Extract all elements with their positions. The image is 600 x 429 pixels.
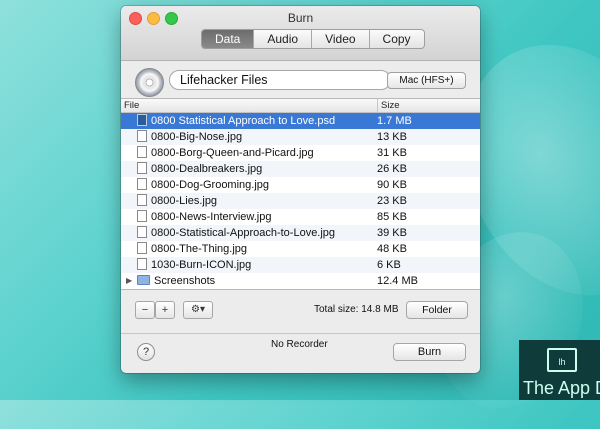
file-size: 13 KB (377, 131, 407, 143)
help-button[interactable]: ? (137, 343, 155, 361)
tab-video[interactable]: Video (312, 30, 370, 48)
file-name: 0800-Lies.jpg (151, 195, 218, 207)
file-size: 39 KB (377, 227, 407, 239)
mode-tabs: Data Audio Video Copy (201, 29, 425, 49)
file-name: 0800-Big-Nose.jpg (151, 131, 243, 143)
gear-menu-button[interactable]: ⚙▾ (183, 301, 213, 319)
file-size: 12.4 MB (377, 275, 418, 287)
disclosure-triangle-icon[interactable]: ▶ (126, 273, 132, 289)
file-name-cell: 0800 Statistical Approach to Love.psd (121, 113, 374, 129)
file-row[interactable]: 0800-Big-Nose.jpg 13 KB (121, 129, 480, 145)
file-row[interactable]: 0800-Lies.jpg 23 KB (121, 193, 480, 209)
file-name-cell: 0800-News-Interview.jpg (121, 209, 374, 225)
list-toolbar: − + ⚙▾ Total size: 14.8 MB Folder (121, 289, 480, 333)
titlebar: Burn Data Audio Video Copy (121, 6, 480, 61)
file-name: 0800-Statistical-Approach-to-Love.jpg (151, 227, 336, 239)
file-row[interactable]: 0800-Statistical-Approach-to-Love.jpg 39 … (121, 225, 480, 241)
remove-button[interactable]: − (135, 301, 155, 319)
file-name-cell: 0800-Statistical-Approach-to-Love.jpg (121, 225, 374, 241)
burn-button[interactable]: Burn (393, 343, 466, 361)
window-title: Burn (287, 11, 314, 25)
image-file-icon (137, 210, 147, 222)
file-name-cell: 0800-Borg-Queen-and-Picard.jpg (121, 145, 374, 161)
file-name-cell: 0800-The-Thing.jpg (121, 241, 374, 257)
file-row[interactable]: 1030-Burn-ICON.jpg 6 KB (121, 257, 480, 273)
file-name: 0800 Statistical Approach to Love.psd (151, 115, 336, 127)
image-file-icon (137, 130, 147, 142)
image-file-icon (137, 162, 147, 174)
file-list-header: File Size (121, 99, 480, 113)
folder-button[interactable]: Folder (406, 301, 468, 319)
file-size: 48 KB (377, 243, 407, 255)
file-row[interactable]: 0800 Statistical Approach to Love.psd 1.7… (121, 113, 480, 129)
file-name-cell: ▶ Screenshots (121, 273, 374, 289)
file-name: 1030-Burn-ICON.jpg (151, 259, 252, 271)
file-name: 0800-Dealbreakers.jpg (151, 163, 263, 175)
file-row[interactable]: 0800-Dog-Grooming.jpg 90 KB (121, 177, 480, 193)
image-file-icon (137, 178, 147, 190)
file-name-cell: 0800-Dog-Grooming.jpg (121, 177, 374, 193)
column-header-size[interactable]: Size (378, 99, 399, 112)
burn-window: Burn Data Audio Video Copy Lifehacker Fi… (121, 6, 480, 373)
total-size: Total size: 14.8 MB (314, 304, 399, 315)
psd-file-icon (137, 114, 147, 126)
watermark-text: The App D (523, 378, 600, 398)
file-list: File Size 0800 Statistical Approach to L… (121, 98, 480, 290)
file-name-cell: 0800-Dealbreakers.jpg (121, 161, 374, 177)
file-size: 1.7 MB (377, 115, 412, 127)
file-size: 31 KB (377, 147, 407, 159)
image-file-icon (137, 146, 147, 158)
disc-name-input[interactable]: Lifehacker Files (169, 70, 391, 90)
file-name-cell: 0800-Big-Nose.jpg (121, 129, 374, 145)
disc-settings: Lifehacker Files Mac (HFS+) (121, 62, 480, 99)
tab-data[interactable]: Data (202, 30, 255, 48)
add-button[interactable]: + (155, 301, 175, 319)
image-file-icon (137, 226, 147, 238)
file-size: 23 KB (377, 195, 407, 207)
file-size: 6 KB (377, 259, 401, 271)
file-name-cell: 0800-Lies.jpg (121, 193, 374, 209)
file-row[interactable]: ▶ Screenshots 12.4 MB (121, 273, 480, 289)
file-row[interactable]: 0800-Borg-Queen-and-Picard.jpg 31 KB (121, 145, 480, 161)
app-watermark: lh The App D (519, 340, 600, 400)
file-name-cell: 1030-Burn-ICON.jpg (121, 257, 374, 273)
folder-icon (137, 275, 150, 285)
file-row[interactable]: 0800-The-Thing.jpg 48 KB (121, 241, 480, 257)
disc-icon (135, 68, 164, 97)
file-name: 0800-Dog-Grooming.jpg (151, 179, 270, 191)
image-file-icon (137, 194, 147, 206)
tab-copy[interactable]: Copy (370, 30, 424, 48)
file-size: 85 KB (377, 211, 407, 223)
file-name: 0800-The-Thing.jpg (151, 243, 248, 255)
file-row[interactable]: 0800-News-Interview.jpg 85 KB (121, 209, 480, 225)
column-header-file[interactable]: File (121, 99, 378, 112)
image-file-icon (137, 258, 147, 270)
file-name: Screenshots (154, 275, 216, 287)
recorder-status: No Recorder (271, 339, 328, 350)
file-size: 90 KB (377, 179, 407, 191)
file-size: 26 KB (377, 163, 407, 175)
tab-audio[interactable]: Audio (254, 30, 313, 48)
image-file-icon (137, 242, 147, 254)
file-name: 0800-News-Interview.jpg (151, 211, 272, 223)
monitor-icon: lh (547, 348, 577, 372)
file-name: 0800-Borg-Queen-and-Picard.jpg (151, 147, 314, 159)
footer: ? No Recorder Burn (121, 333, 480, 373)
filesystem-select[interactable]: Mac (HFS+) (387, 72, 466, 89)
file-row[interactable]: 0800-Dealbreakers.jpg 26 KB (121, 161, 480, 177)
file-rows: 0800 Statistical Approach to Love.psd 1.7… (121, 113, 480, 289)
